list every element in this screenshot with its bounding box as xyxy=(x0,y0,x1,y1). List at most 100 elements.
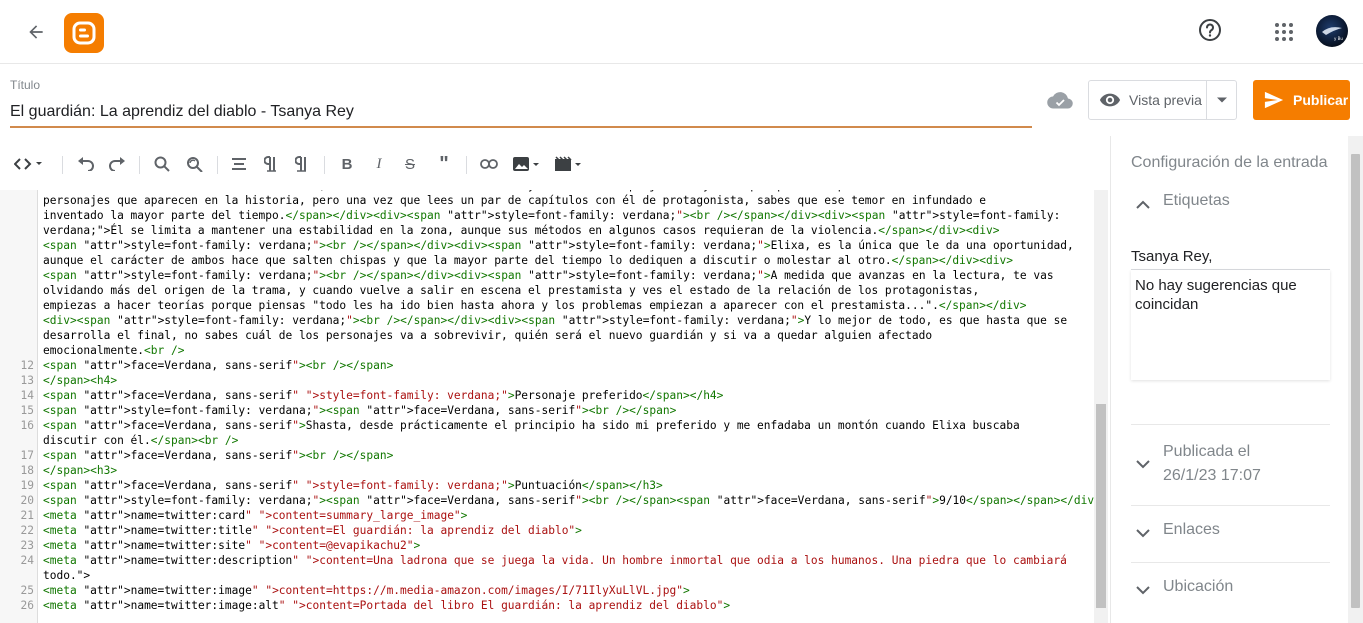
line-number: 25 xyxy=(20,584,34,597)
published-info: Publicada el 26/1/23 17:07 xyxy=(1163,440,1261,488)
send-icon xyxy=(1264,91,1284,109)
code-text[interactable]: emocionalmente.<br /> xyxy=(43,343,185,358)
bold-icon[interactable]: B xyxy=(337,150,357,178)
publish-button[interactable]: Publicar xyxy=(1253,80,1350,120)
code-toggle-icon[interactable] xyxy=(12,150,46,178)
title-area: Título xyxy=(10,78,1032,128)
published-date: 26/1/23 17:07 xyxy=(1163,467,1261,484)
code-text[interactable]: desarrolla el final, no sabes cuál de lo… xyxy=(43,328,932,343)
italic-icon[interactable]: I xyxy=(369,150,389,178)
rtl-icon[interactable] xyxy=(292,150,312,178)
line-number: 17 xyxy=(20,449,34,462)
labels-input[interactable]: Tsanya Rey, xyxy=(1131,244,1330,270)
code-text[interactable]: <meta "attr">name=twitter:title" ">conte… xyxy=(43,523,582,538)
title-underline xyxy=(10,126,1032,128)
arrow-left-icon[interactable] xyxy=(22,18,50,46)
links-section-header[interactable]: Enlaces xyxy=(1131,521,1220,545)
code-text[interactable]: olvidando más del origen de la trama, y … xyxy=(43,283,979,298)
line-number: 22 xyxy=(20,524,34,537)
redo-icon[interactable] xyxy=(106,150,128,178)
divider xyxy=(1131,562,1330,563)
line-number: 13 xyxy=(20,374,34,387)
html-code-editor[interactable]: suele llamarle los habitantes de la alde… xyxy=(0,190,1108,623)
top-bar: y Bu xyxy=(0,0,1363,64)
line-number: 12 xyxy=(20,359,34,372)
toolbar-divider xyxy=(139,156,140,174)
video-icon[interactable] xyxy=(553,150,583,178)
code-text[interactable]: verdana;">Él se limita a mantener una es… xyxy=(43,223,1000,238)
settings-scrollbar[interactable] xyxy=(1348,136,1363,623)
editor-toolbar: B I S " xyxy=(0,150,1108,180)
search-icon[interactable] xyxy=(151,150,173,178)
avatar[interactable]: y Bu xyxy=(1316,15,1348,47)
settings-scrollbar-thumb[interactable] xyxy=(1351,154,1360,608)
code-text[interactable]: </span><h3> xyxy=(43,463,117,478)
toolbar-divider xyxy=(62,156,63,174)
toolbar-divider xyxy=(217,156,218,174)
chevron-down-icon[interactable] xyxy=(1207,81,1236,119)
line-number: 18 xyxy=(20,464,34,477)
code-text[interactable]: empiezas a hacer teorías porque piensas … xyxy=(43,298,1026,313)
post-settings-panel: Configuración de la entrada Etiquetas Ts… xyxy=(1110,136,1363,623)
chevron-down-icon xyxy=(1131,578,1155,602)
code-text[interactable]: personajes que aparecen en la historia, … xyxy=(43,193,986,208)
ltr-icon[interactable] xyxy=(261,150,281,178)
code-text[interactable]: <span "attr">face=Verdana, sans-serif" "… xyxy=(43,478,663,493)
code-text[interactable]: aunque el carácter de ambos hace que sal… xyxy=(43,253,1013,268)
code-text[interactable]: <span "attr">face=Verdana, sans-serif" "… xyxy=(43,388,723,403)
line-number: 19 xyxy=(20,479,34,492)
location-section-header[interactable]: Ubicación xyxy=(1131,578,1233,602)
chevron-down-icon xyxy=(1131,521,1155,545)
quote-icon[interactable]: " xyxy=(434,150,454,178)
chevron-down-icon xyxy=(1131,452,1155,476)
toolbar-divider xyxy=(324,156,325,174)
code-text[interactable]: inventado la mayor parte del tiempo.</sp… xyxy=(43,208,1060,223)
apps-grid-icon[interactable] xyxy=(1272,20,1296,44)
divider xyxy=(1131,424,1330,425)
line-number: 15 xyxy=(20,404,34,417)
preview-main[interactable]: Vista previa xyxy=(1089,81,1208,119)
undo-icon[interactable] xyxy=(75,150,97,178)
code-text[interactable]: <meta "attr">name=twitter:description" "… xyxy=(43,553,1067,568)
line-number: 20 xyxy=(20,494,34,507)
editor-scrollbar-thumb[interactable] xyxy=(1096,404,1106,608)
eye-icon xyxy=(1099,93,1121,107)
code-text[interactable]: <span "attr">style=font-family: verdana;… xyxy=(43,238,1074,253)
align-icon[interactable] xyxy=(229,150,249,178)
code-text[interactable]: </span><h4> xyxy=(43,373,117,388)
title-label: Título xyxy=(10,78,41,92)
title-input[interactable] xyxy=(10,103,1032,121)
preview-button[interactable]: Vista previa xyxy=(1088,80,1237,120)
editor-scrollbar[interactable] xyxy=(1094,190,1108,623)
code-text[interactable]: todo."> xyxy=(43,568,90,583)
preview-label: Vista previa xyxy=(1129,92,1202,108)
toolbar-divider xyxy=(466,156,467,174)
divider xyxy=(1131,505,1330,506)
code-text[interactable]: <span "attr">style=font-family: verdana;… xyxy=(43,403,676,418)
code-text[interactable]: <meta "attr">name=twitter:site" ">conten… xyxy=(43,538,420,553)
labels-heading: Etiquetas xyxy=(1163,192,1230,209)
code-text[interactable]: discutir con él.</span><br /> xyxy=(43,433,238,448)
strikethrough-icon[interactable]: S xyxy=(400,150,420,178)
svg-text:y Bu: y Bu xyxy=(1334,36,1343,41)
labels-suggestions: No hay sugerencias que coincidan xyxy=(1131,270,1330,380)
code-text[interactable]: <span "attr">face=Verdana, sans-serif"><… xyxy=(43,358,393,373)
code-text[interactable]: <div><span "attr">style=font-family: ver… xyxy=(43,313,1067,328)
settings-title: Configuración de la entrada xyxy=(1131,154,1328,171)
code-text[interactable]: <span "attr">face=Verdana, sans-serif">S… xyxy=(43,418,1020,433)
code-text[interactable]: <span "attr">style=font-family: verdana;… xyxy=(43,268,1054,283)
image-icon[interactable] xyxy=(511,150,541,178)
code-text[interactable]: <meta "attr">name=twitter:image:alt" ">c… xyxy=(43,598,730,613)
published-section-header[interactable]: Publicada el 26/1/23 17:07 xyxy=(1131,440,1261,488)
code-text[interactable]: <meta "attr">name=twitter:image" ">conte… xyxy=(43,583,690,598)
code-text[interactable]: <meta "attr">name=twitter:card" ">conten… xyxy=(43,508,467,523)
link-icon[interactable] xyxy=(478,150,500,178)
replace-icon[interactable] xyxy=(183,150,205,178)
help-circle-icon[interactable] xyxy=(1197,17,1223,43)
publish-label: Publicar xyxy=(1293,92,1349,108)
code-text[interactable]: <span "attr">style=font-family: verdana;… xyxy=(43,493,1101,508)
line-number: 16 xyxy=(20,419,34,432)
blogger-logo-icon[interactable] xyxy=(64,13,104,53)
labels-section-header[interactable]: Etiquetas xyxy=(1131,192,1230,216)
code-text[interactable]: <span "attr">face=Verdana, sans-serif"><… xyxy=(43,448,393,463)
